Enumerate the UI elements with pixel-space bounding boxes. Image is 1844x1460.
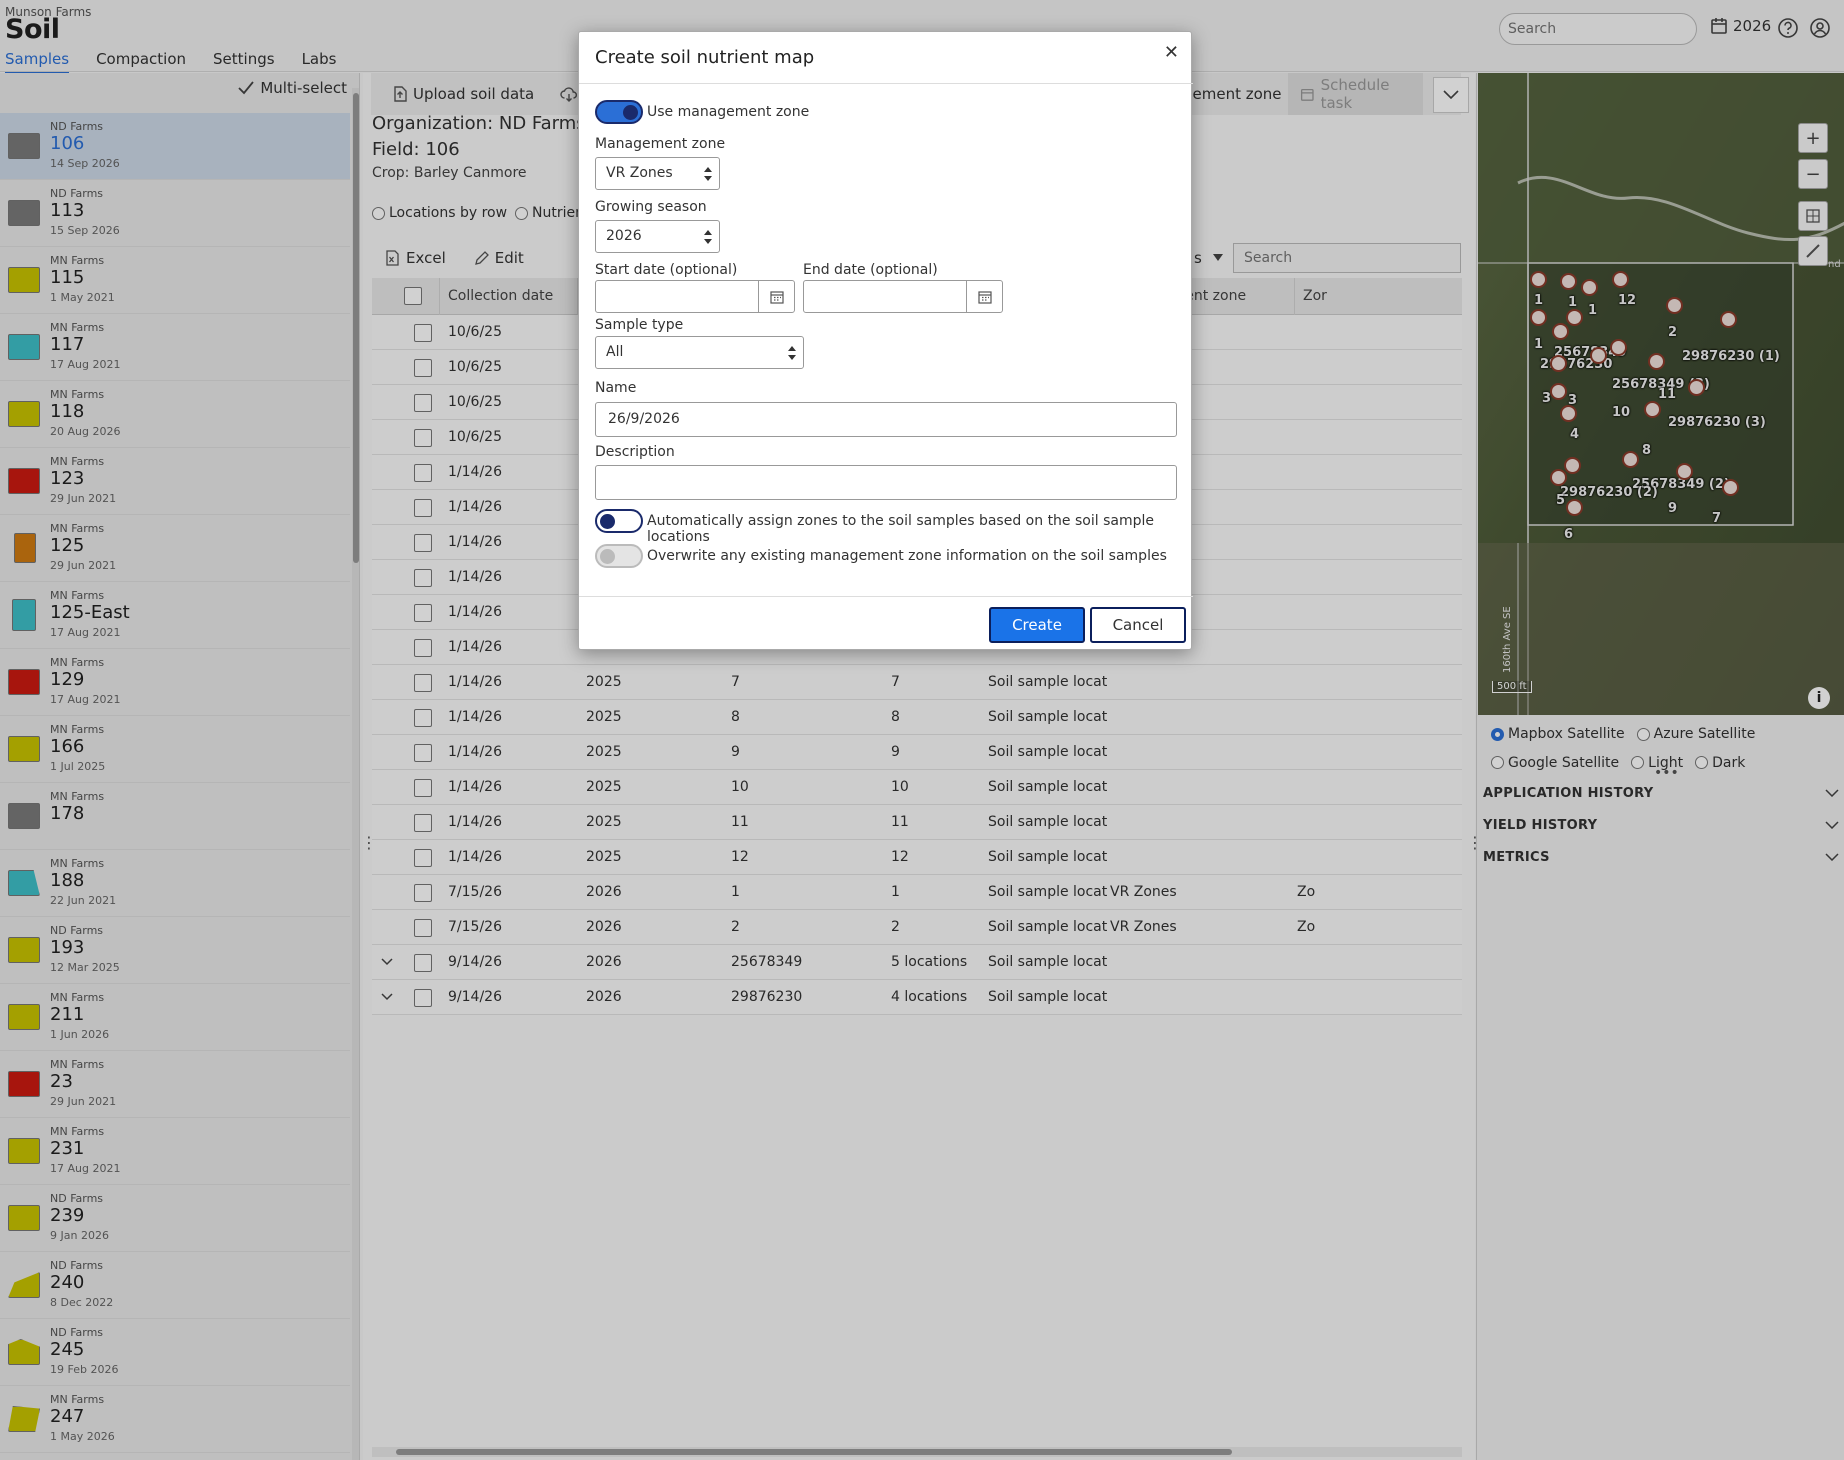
sample-type-select[interactable]: All (595, 336, 804, 369)
end-date-picker-button[interactable] (966, 281, 1002, 312)
close-icon[interactable]: ✕ (1164, 42, 1179, 63)
start-date-picker-button[interactable] (758, 281, 794, 312)
use-management-zone-label: Use management zone (647, 104, 810, 120)
start-date-label: Start date (optional) (595, 262, 738, 278)
dialog-header-divider (579, 83, 1193, 84)
growing-season-label: Growing season (595, 199, 707, 215)
description-label: Description (595, 444, 675, 460)
auto-assign-zones-toggle[interactable] (595, 509, 643, 533)
end-date-input[interactable] (803, 280, 1003, 313)
calendar-icon (977, 290, 992, 304)
growing-season-value: 2026 (606, 228, 642, 244)
overwrite-zones-toggle[interactable] (595, 544, 643, 568)
management-zone-label: Management zone (595, 136, 726, 152)
end-date-label: End date (optional) (803, 262, 938, 278)
growing-season-select[interactable]: 2026 (595, 220, 720, 253)
management-zone-select[interactable]: VR Zones (595, 157, 720, 190)
calendar-icon (769, 290, 784, 304)
dialog-footer-divider (579, 596, 1193, 597)
toggle-knob (600, 549, 615, 564)
use-management-zone-toggle[interactable] (595, 100, 643, 124)
create-button[interactable]: Create (989, 607, 1085, 643)
toggle-knob (600, 514, 615, 529)
description-input[interactable] (595, 465, 1177, 500)
select-spinner-icon (704, 230, 712, 244)
management-zone-value: VR Zones (606, 165, 673, 181)
select-spinner-icon (788, 346, 796, 360)
start-date-input[interactable] (595, 280, 795, 313)
cancel-button[interactable]: Cancel (1090, 607, 1186, 643)
sample-type-value: All (606, 344, 624, 360)
dialog-title: Create soil nutrient map (595, 47, 815, 68)
toggle-knob (623, 105, 638, 120)
sample-type-label: Sample type (595, 317, 684, 333)
select-spinner-icon (704, 167, 712, 181)
overwrite-zones-label: Overwrite any existing management zone i… (647, 548, 1167, 564)
name-input[interactable]: 26/9/2026 (595, 402, 1177, 437)
auto-assign-zones-label: Automatically assign zones to the soil s… (647, 513, 1154, 545)
create-soil-nutrient-map-dialog: Create soil nutrient map ✕ Use managemen… (578, 31, 1193, 650)
name-label: Name (595, 380, 637, 396)
